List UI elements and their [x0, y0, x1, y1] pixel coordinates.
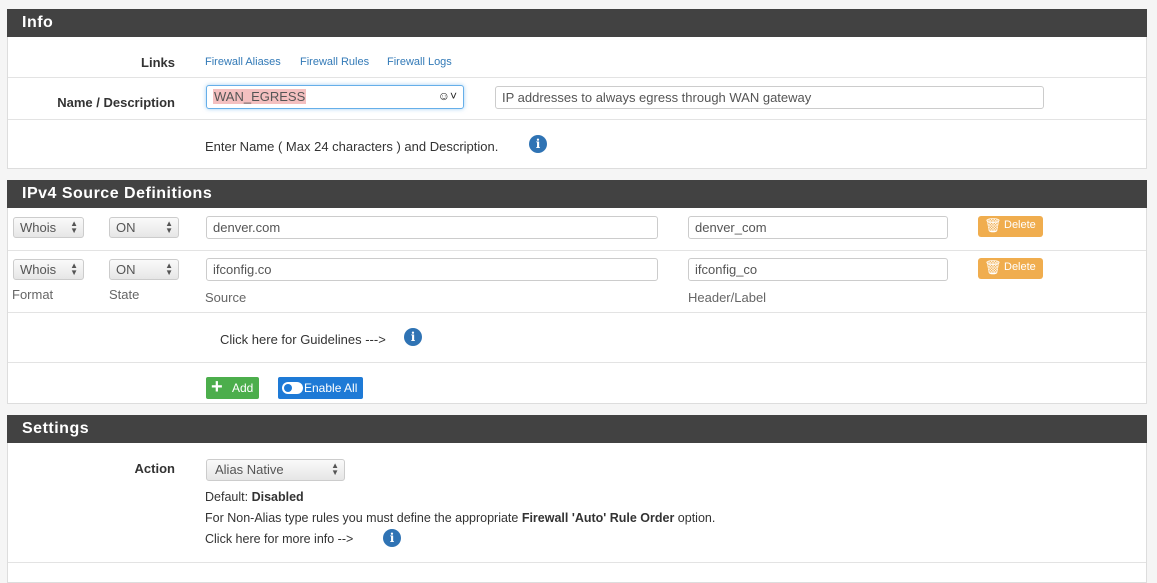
state-select[interactable]: ON ▲ ▼	[109, 259, 179, 280]
label-column-label: Header/Label	[688, 290, 767, 305]
select-arrows-icon: ▲ ▼	[70, 261, 78, 277]
add-button[interactable]: + Add	[206, 376, 259, 399]
firewall-rules-link[interactable]: Firewall Rules	[300, 56, 369, 68]
label-input[interactable]	[688, 216, 948, 239]
name-input[interactable]: WAN_EGRESS ☺˅	[206, 85, 464, 109]
name-help-text: Enter Name ( Max 24 characters ) and Des…	[205, 139, 499, 154]
select-arrows-icon: ▲ ▼	[165, 261, 173, 277]
guidelines-text: Click here for Guidelines --->	[220, 332, 386, 347]
default-text: Default: Disabled	[205, 490, 304, 504]
settings-panel-header: Settings	[7, 415, 1147, 443]
source-column-label: Source	[205, 290, 247, 305]
trash-icon: 🗑	[984, 259, 1002, 275]
format-select[interactable]: Whois ▲ ▼	[13, 217, 84, 238]
label-input[interactable]	[688, 258, 948, 281]
autofill-contact-icon[interactable]: ☺˅	[438, 89, 457, 103]
source-input[interactable]	[206, 258, 658, 281]
firewall-logs-link[interactable]: Firewall Logs	[387, 56, 452, 68]
format-select[interactable]: Whois ▲ ▼	[13, 259, 84, 280]
toggle-icon	[282, 382, 303, 394]
delete-button[interactable]: 🗑 Delete	[978, 258, 1043, 279]
action-select[interactable]: Alias Native ▲ ▼	[206, 459, 345, 481]
firewall-aliases-link[interactable]: Firewall Aliases	[205, 56, 281, 68]
ipv4-panel-header: IPv4 Source Definitions	[7, 180, 1147, 208]
source-input[interactable]	[206, 216, 658, 239]
select-arrows-icon: ▲ ▼	[70, 219, 78, 235]
guidelines-info-icon[interactable]: i	[404, 328, 422, 346]
name-description-label: Name / Description	[57, 95, 175, 110]
select-arrows-icon: ▲ ▼	[165, 219, 173, 235]
rule-order-note: For Non-Alias type rules you must define…	[205, 511, 716, 525]
info-icon[interactable]: i	[529, 135, 547, 153]
format-column-label: Format	[12, 287, 54, 302]
trash-icon: 🗑	[984, 217, 1002, 233]
state-column-label: State	[109, 287, 140, 302]
description-input[interactable]	[495, 86, 1044, 109]
action-label: Action	[134, 461, 175, 476]
more-info-text: Click here for more info -->	[205, 532, 354, 546]
select-arrows-icon: ▲ ▼	[331, 461, 339, 477]
enable-all-button[interactable]: Enable All	[278, 377, 363, 399]
delete-button[interactable]: 🗑 Delete	[978, 216, 1043, 237]
info-panel-header: Info	[7, 9, 1147, 37]
more-info-icon[interactable]: i	[383, 529, 401, 547]
plus-icon: +	[211, 376, 223, 398]
state-select[interactable]: ON ▲ ▼	[109, 217, 179, 238]
links-label: Links	[141, 55, 175, 70]
